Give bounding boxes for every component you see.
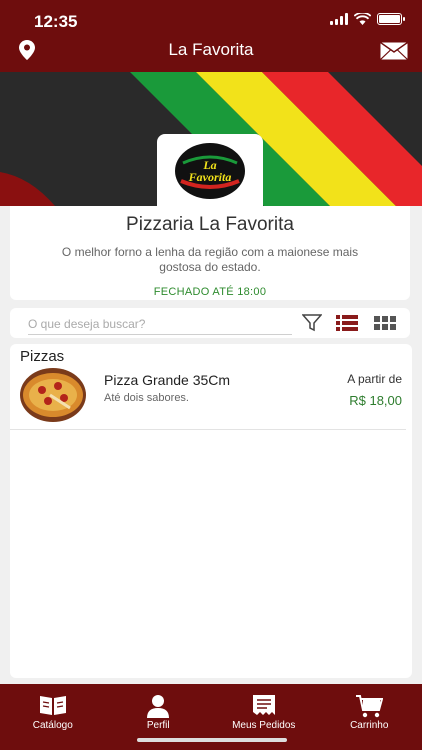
catalog-list: Pizzas Pizza Grande 35Cm Até dois sabore…: [10, 344, 412, 678]
wifi-icon: [354, 13, 371, 25]
store-info-card: Pizzaria La Favorita O melhor forno a le…: [10, 206, 410, 300]
user-icon: [147, 695, 170, 718]
store-logo: La Favorita: [157, 134, 263, 208]
product-image: [20, 368, 86, 422]
search-bar: [10, 308, 410, 338]
list-view-icon[interactable]: [336, 313, 358, 333]
signal-icon: [330, 13, 348, 25]
top-bar: 12:35 La Favorita: [0, 0, 422, 72]
status-icons: [330, 13, 405, 25]
store-status: FECHADO ATÉ 18:00: [153, 286, 267, 298]
book-icon: [39, 696, 66, 715]
item-description: Até dois sabores.: [104, 392, 189, 404]
list-item[interactable]: Pizza Grande 35Cm Até dois sabores. A pa…: [10, 366, 406, 430]
tab-label: Meus Pedidos: [232, 720, 296, 731]
tab-label: Perfil: [146, 720, 170, 731]
receipt-icon: [252, 695, 275, 715]
mail-icon[interactable]: [380, 42, 408, 60]
store-name: Pizzaria La Favorita: [126, 214, 294, 235]
home-indicator: [137, 738, 287, 742]
tab-cart[interactable]: Carrinho: [317, 684, 422, 750]
search-input[interactable]: [28, 313, 292, 335]
tab-label: Carrinho: [350, 720, 389, 731]
category-title: Pizzas: [20, 348, 65, 365]
page-title: La Favorita: [168, 40, 254, 59]
grid-view-icon[interactable]: [374, 313, 396, 333]
battery-icon: [377, 13, 405, 25]
tab-label: Catálogo: [32, 720, 73, 731]
filter-icon[interactable]: [302, 313, 322, 333]
svg-text:Favorita: Favorita: [188, 170, 232, 184]
store-description: O melhor forno a lenha da região com a m…: [61, 245, 359, 274]
tab-catalog[interactable]: Catálogo: [0, 684, 106, 750]
price-label: A partir de: [347, 372, 402, 386]
item-price: R$ 18,00: [349, 393, 402, 408]
cart-icon: [356, 695, 384, 718]
item-name: Pizza Grande 35Cm: [104, 372, 231, 388]
status-time: 12:35: [34, 12, 78, 31]
